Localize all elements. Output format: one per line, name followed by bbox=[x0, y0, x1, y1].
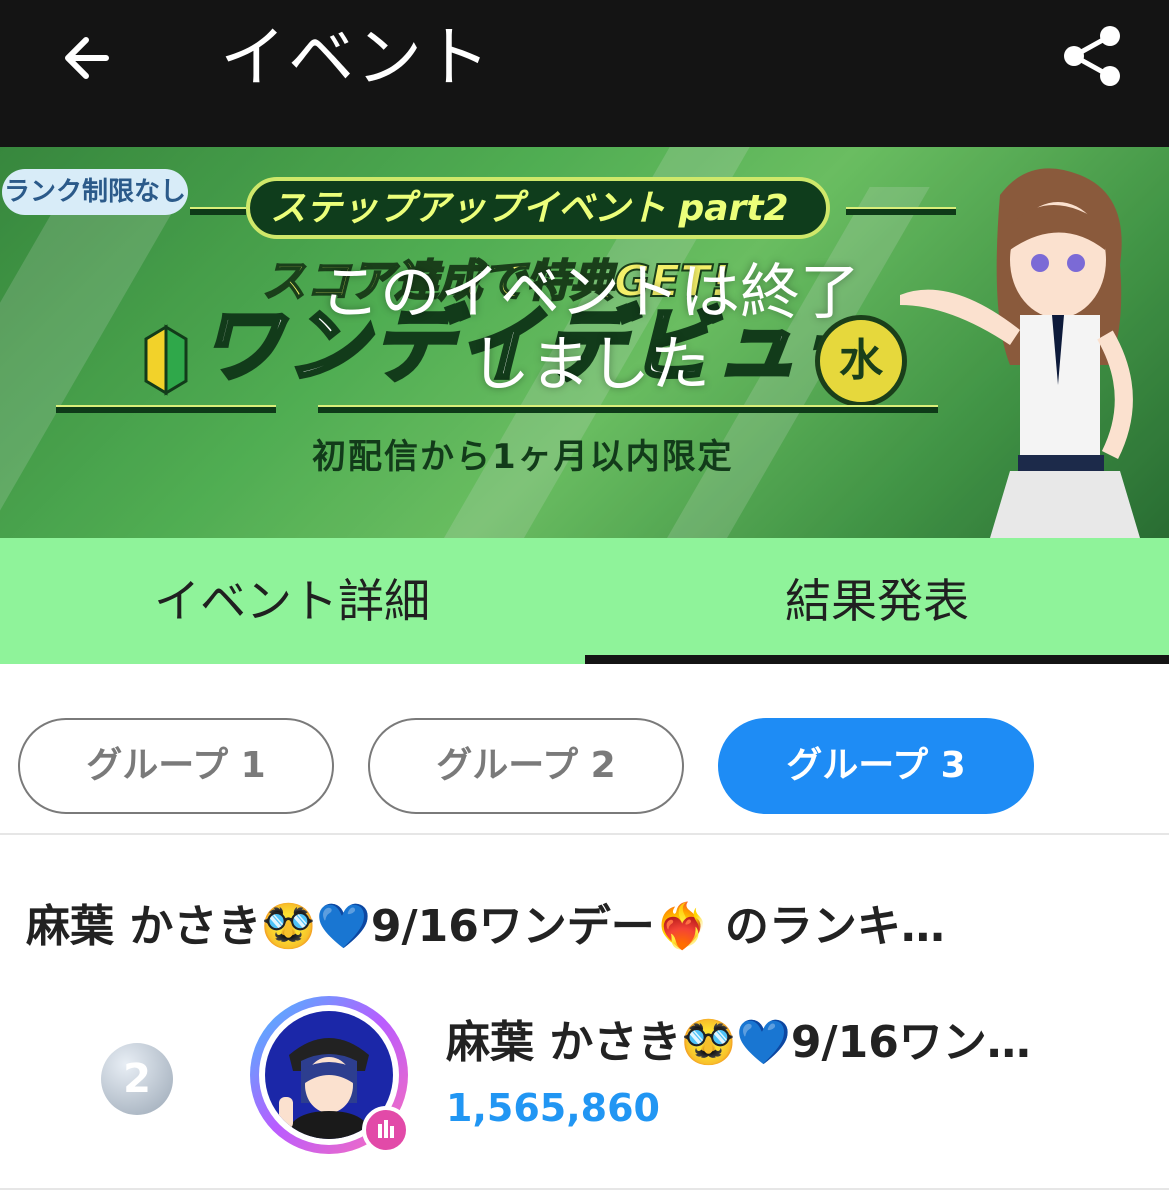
app-bar: イベント bbox=[0, 0, 1169, 147]
active-tab-indicator bbox=[585, 655, 1169, 664]
ranking-user-name: 麻葉 かさき🥸💙9/16ワン… bbox=[446, 1017, 1031, 1068]
limit-label: 初配信から1ヶ月以内限定 bbox=[312, 437, 734, 477]
character-illustration bbox=[900, 168, 1140, 538]
divider bbox=[0, 833, 1169, 835]
step-up-label: ステップアップイベント part2 bbox=[270, 188, 789, 229]
rank-limit-badge: ランク制限なし bbox=[2, 169, 188, 215]
share-icon[interactable] bbox=[1058, 24, 1128, 88]
arrow-left-icon[interactable] bbox=[56, 26, 120, 90]
tab-event-details[interactable]: イベント詳細 bbox=[0, 538, 584, 664]
live-bars-icon bbox=[362, 1106, 410, 1154]
group-2-button[interactable]: グループ 2 bbox=[368, 718, 684, 814]
group-1-button[interactable]: グループ 1 bbox=[18, 718, 334, 814]
divider bbox=[56, 405, 276, 413]
ranking-title: 麻葉 かさき🥸💙9/16ワンデー❤️‍🔥 のランキ… bbox=[26, 901, 945, 952]
group-3-button[interactable]: グループ 3 bbox=[718, 718, 1034, 814]
page-title: イベント bbox=[220, 19, 492, 96]
tab-bar: イベント詳細 結果発表 bbox=[0, 538, 1169, 664]
event-banner: ランク制限なし ステップアップイベント part2 スコア達成で特典GET! ワ… bbox=[0, 147, 1169, 538]
ranking-score: 1,565,860 bbox=[446, 1086, 660, 1130]
beginner-leaf-icon bbox=[144, 324, 188, 396]
divider bbox=[318, 405, 938, 413]
divider bbox=[0, 1188, 1169, 1190]
divider bbox=[190, 207, 246, 215]
event-ended-message: このイベントは終了しました bbox=[320, 258, 860, 400]
rank-badge: 2 bbox=[101, 1043, 173, 1115]
tab-results[interactable]: 結果発表 bbox=[585, 538, 1169, 664]
